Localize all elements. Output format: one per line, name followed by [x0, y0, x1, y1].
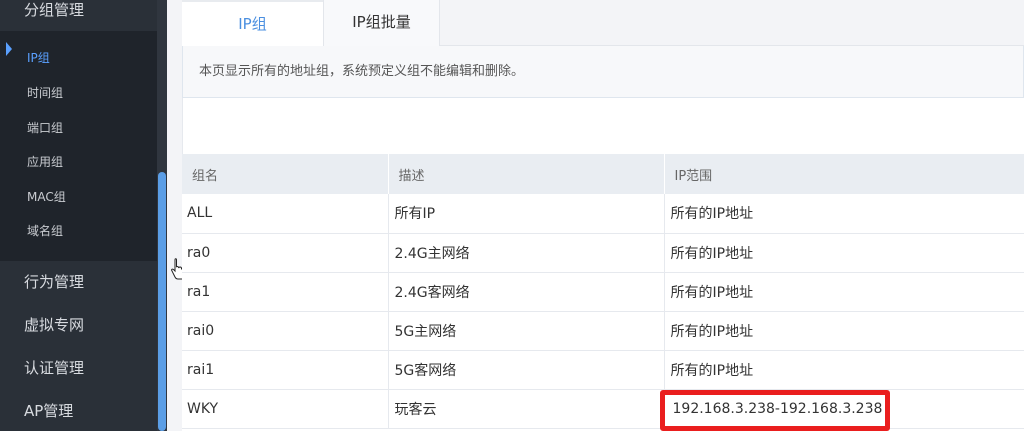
table-row[interactable]: ra1 2.4G客网络 所有的IP地址	[182, 272, 1024, 312]
tab-bar: IP组 IP组批量	[182, 0, 1024, 46]
cell-description: 所有IP	[388, 194, 665, 234]
cell-description: 5G客网络	[388, 350, 665, 390]
cell-group-name: ra1	[182, 272, 389, 312]
sidebar-item-time-group[interactable]: 时间组	[0, 76, 157, 111]
sidebar-item-mac-group[interactable]: MAC组	[0, 180, 157, 215]
sidebar-group-ap[interactable]: AP管理	[0, 391, 157, 431]
column-header-name[interactable]: 组名	[182, 154, 389, 194]
sidebar-submenu: IP组 时间组 端口组 应用组 MAC组 域名组	[0, 31, 157, 261]
cell-description: 5G主网络	[388, 311, 665, 351]
table-header-row: 组名 描述 IP范围	[182, 154, 1024, 194]
sidebar-item-domain-group[interactable]: 域名组	[0, 214, 157, 249]
sidebar-group-auth[interactable]: 认证管理	[0, 348, 157, 388]
cell-group-name: rai1	[182, 350, 389, 390]
column-header-ip-range[interactable]: IP范围	[664, 154, 1024, 194]
sidebar-group-vpn[interactable]: 虚拟专网	[0, 305, 157, 345]
sidebar: 分组管理 IP组 时间组 端口组 应用组 MAC组 域名组 行为管理 虚拟专网 …	[0, 0, 167, 431]
cell-ip-range: 所有的IP地址	[664, 194, 1024, 234]
cell-ip-range: 所有的IP地址	[664, 233, 1024, 273]
table-row[interactable]: ra0 2.4G主网络 所有的IP地址	[182, 233, 1024, 273]
main-panel: IP组 IP组批量 本页显示所有的地址组，系统预定义组不能编辑和删除。 组名 描…	[182, 0, 1024, 431]
tab-ip-group[interactable]: IP组	[182, 0, 323, 46]
sidebar-item-port-group[interactable]: 端口组	[0, 111, 157, 146]
sidebar-group-behavior[interactable]: 行为管理	[0, 262, 157, 302]
cell-group-name: ra0	[182, 233, 389, 273]
table-row[interactable]: ALL 所有IP 所有的IP地址	[182, 194, 1024, 234]
cell-ip-range: 所有的IP地址	[664, 272, 1024, 312]
cell-group-name: rai0	[182, 311, 389, 351]
table-row[interactable]: WKY 玩客云 192.168.3.238-192.168.3.238	[182, 389, 1024, 429]
cell-description: 2.4G客网络	[388, 272, 665, 312]
sidebar-item-ip-group[interactable]: IP组	[0, 41, 157, 76]
table-row[interactable]: rai0 5G主网络 所有的IP地址	[182, 311, 1024, 351]
sidebar-group-grouping[interactable]: 分组管理	[0, 0, 157, 30]
sidebar-item-app-group[interactable]: 应用组	[0, 145, 157, 180]
red-highlight-box	[660, 390, 890, 431]
tab-ip-group-batch[interactable]: IP组批量	[323, 0, 440, 46]
column-header-description[interactable]: 描述	[388, 154, 665, 194]
cell-group-name: ALL	[182, 194, 389, 234]
cell-description: 2.4G主网络	[388, 233, 665, 273]
info-notice: 本页显示所有的地址组，系统预定义组不能编辑和删除。	[182, 46, 1024, 98]
cell-description: 玩客云	[388, 389, 665, 429]
table-row[interactable]: rai1 5G客网络 所有的IP地址	[182, 350, 1024, 390]
toolbar-area	[182, 98, 1024, 154]
sidebar-scroll-thumb[interactable]	[158, 172, 166, 431]
cell-ip-range: 所有的IP地址	[664, 311, 1024, 351]
cell-ip-range: 所有的IP地址	[664, 350, 1024, 390]
cell-group-name: WKY	[182, 389, 389, 429]
ip-group-table: 组名 描述 IP范围 ALL 所有IP 所有的IP地址 ra0 2.4G主网络 …	[182, 154, 1024, 429]
